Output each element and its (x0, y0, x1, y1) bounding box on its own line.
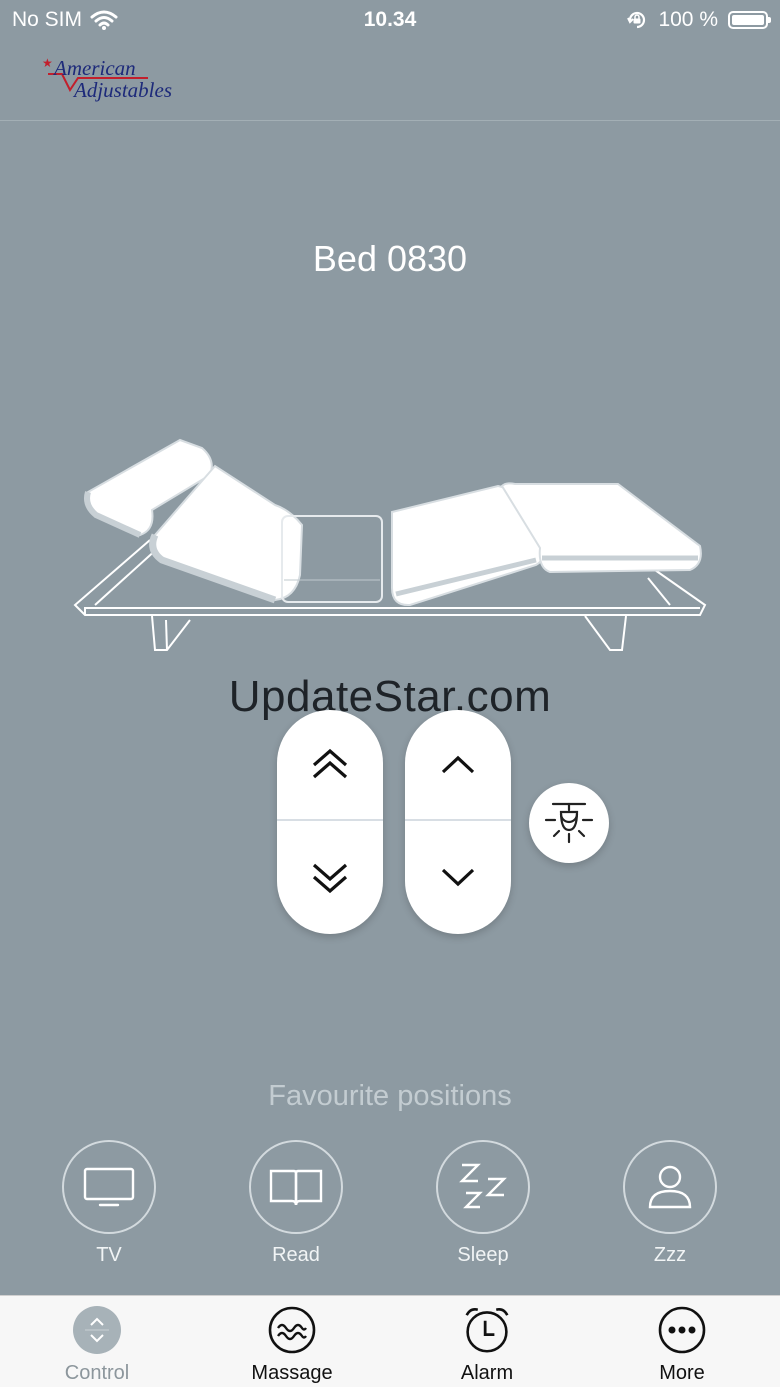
favourite-tv-label: TV (96, 1244, 122, 1266)
logo-star-icon: ★ (42, 56, 53, 70)
battery-icon (728, 11, 771, 29)
foot-up-button[interactable] (405, 710, 511, 820)
favourite-read-label: Read (272, 1244, 320, 1266)
favourite-tv[interactable]: TV (59, 1140, 159, 1267)
tab-more-label: More (659, 1362, 705, 1384)
double-chevron-up-icon (312, 748, 348, 779)
bed-name: Bed 0830 (312, 238, 468, 279)
more-icon (658, 1306, 706, 1354)
head-control-divider (277, 819, 383, 821)
favourites-title: Favourite positions (268, 1080, 512, 1112)
chevron-up-icon (441, 755, 475, 774)
control-icon (73, 1306, 121, 1354)
tab-massage[interactable]: Massage (222, 1306, 362, 1385)
status-bar: No SIM 10.34 100 % (0, 0, 780, 40)
watermark-text: UpdateStar.com (228, 672, 552, 721)
logo-line-2: Adjustables (74, 78, 172, 102)
head-up-button[interactable] (277, 710, 383, 820)
favourite-sleep-label: Sleep (457, 1244, 509, 1266)
rotation-lock-icon (627, 11, 646, 29)
foot-control (405, 710, 511, 934)
person-icon (648, 1165, 692, 1209)
tab-more[interactable]: More (612, 1306, 752, 1385)
tab-control-label: Control (64, 1362, 130, 1384)
head-down-button[interactable] (277, 822, 383, 932)
chevron-down-icon (441, 868, 475, 887)
bed-illustration (73, 438, 707, 651)
zzz-icon (459, 1163, 507, 1209)
tab-bar: Control Massage Alarm More (0, 1295, 780, 1387)
tab-control[interactable]: Control (27, 1306, 167, 1385)
double-chevron-down-icon (312, 863, 348, 894)
head-control (277, 710, 383, 934)
tv-icon (83, 1167, 135, 1207)
tab-alarm[interactable]: Alarm (417, 1306, 557, 1385)
favourite-zzz[interactable]: Zzz (620, 1140, 720, 1267)
battery-percent: 100 % (658, 8, 718, 31)
header-divider (0, 120, 780, 121)
alarm-clock-icon (463, 1306, 511, 1354)
status-right: 100 % (626, 8, 771, 32)
favourite-sleep[interactable]: Sleep (433, 1140, 533, 1267)
american-adjustables-logo: ★ American Adjustables (42, 54, 182, 104)
foot-down-button[interactable] (405, 822, 511, 932)
under-bed-light-button[interactable] (529, 783, 609, 863)
favourite-read-button[interactable] (249, 1140, 343, 1234)
tab-alarm-label: Alarm (460, 1362, 514, 1384)
massage-icon (268, 1306, 316, 1354)
favourite-sleep-button[interactable] (436, 1140, 530, 1234)
favourite-zzz-button[interactable] (623, 1140, 717, 1234)
favourite-read[interactable]: Read (246, 1140, 346, 1267)
favourite-tv-button[interactable] (62, 1140, 156, 1234)
favourite-zzz-label: Zzz (653, 1244, 687, 1266)
book-icon (269, 1169, 323, 1206)
foot-control-divider (405, 819, 511, 821)
tab-massage-label: Massage (251, 1362, 333, 1384)
under-bed-light-icon (544, 802, 594, 844)
